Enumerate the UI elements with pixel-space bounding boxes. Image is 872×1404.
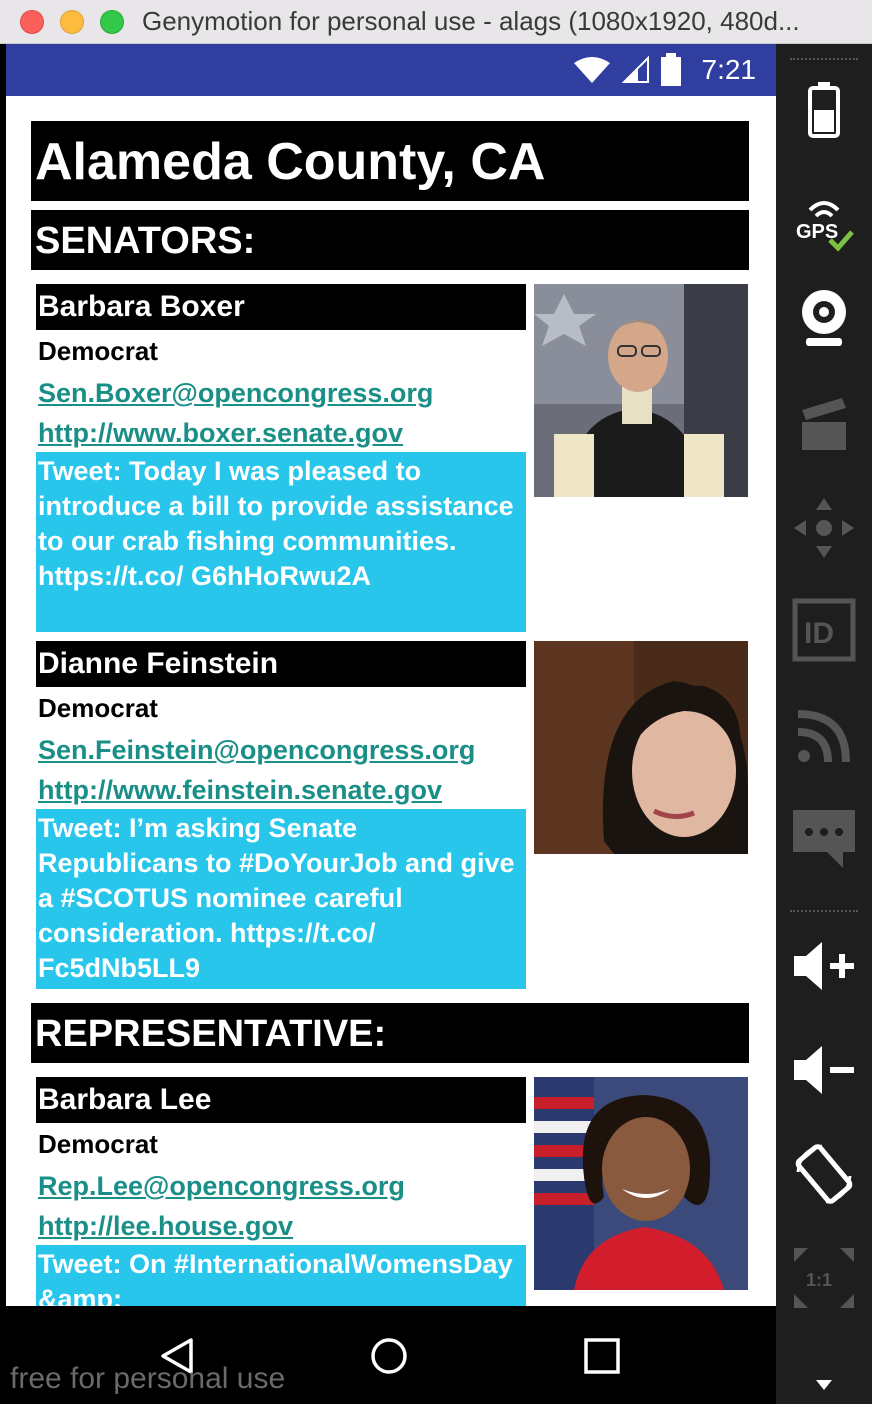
zoom-window-button[interactable]: [100, 10, 124, 34]
network-widget-button[interactable]: [790, 702, 858, 770]
dpad-widget-button[interactable]: [790, 494, 858, 562]
gps-icon: GPS: [796, 201, 854, 252]
scale-label: 1:1: [806, 1270, 832, 1290]
rotate-screen-button[interactable]: [790, 1140, 858, 1208]
device-id-widget-button[interactable]: ID: [790, 596, 858, 664]
emulator-toolbar: GPS ID 1:1: [776, 44, 872, 1404]
screencast-widget-button[interactable]: [790, 390, 858, 458]
id-label: ID: [804, 617, 834, 650]
dpad-icon: [794, 498, 854, 558]
official-tweet[interactable]: Tweet: Today I was pleased to introduce …: [36, 452, 526, 632]
official-website-link[interactable]: http://www.boxer.senate.gov: [38, 418, 403, 449]
watermark-text: free for personal use: [10, 1362, 286, 1395]
official-email-link[interactable]: Rep.Lee@opencongress.org: [38, 1171, 405, 1202]
clapperboard-icon: [802, 398, 846, 450]
representative-heading: REPRESENTATIVE:: [30, 1002, 750, 1064]
official-email-link[interactable]: Sen.Feinstein@opencongress.org: [38, 735, 475, 766]
gps-widget-button[interactable]: GPS: [790, 190, 858, 258]
toolbar-divider: [790, 910, 858, 912]
official-website-link[interactable]: http://www.feinstein.senate.gov: [38, 775, 442, 806]
id-icon: ID: [792, 598, 856, 662]
webcam-widget-button[interactable]: [790, 284, 858, 352]
battery-icon: [660, 53, 681, 86]
official-photo: [534, 641, 748, 854]
senators-heading: SENATORS:: [30, 209, 750, 271]
county-title: Alameda County, CA: [30, 120, 750, 202]
official-photo: [534, 284, 748, 497]
official-tweet[interactable]: Tweet: I’m asking Senate Republicans to …: [36, 809, 526, 989]
toolbar-divider: [790, 58, 858, 60]
official-party: Democrat: [38, 1129, 158, 1159]
official-photo: [534, 1077, 748, 1290]
message-icon: [793, 810, 855, 868]
webcam-icon: [802, 290, 846, 346]
android-status-bar: 7:21: [6, 44, 776, 96]
official-name: Dianne Feinstein: [36, 641, 526, 687]
senator-card: Barbara Boxer Democrat Sen.Boxer@opencon…: [36, 284, 750, 636]
battery-widget-button[interactable]: [790, 76, 858, 144]
official-email-link[interactable]: Sen.Boxer@opencongress.org: [38, 378, 433, 409]
cell-signal-icon: [621, 56, 649, 83]
volume-up-button[interactable]: [790, 932, 858, 1000]
volume-down-icon: [794, 1046, 854, 1094]
home-icon[interactable]: [367, 1334, 411, 1378]
window-title: Genymotion for personal use - alags (108…: [142, 6, 800, 36]
volume-up-icon: [794, 942, 854, 990]
window-title-bar: Genymotion for personal use - alags (108…: [0, 0, 872, 44]
app-content[interactable]: Alameda County, CA SENATORS: Barbara Box…: [6, 96, 776, 1306]
senator-card: Dianne Feinstein Democrat Sen.Feinstein@…: [36, 641, 750, 993]
rss-icon: [797, 710, 850, 763]
official-website-link[interactable]: http://lee.house.gov: [38, 1211, 293, 1242]
volume-down-button[interactable]: [790, 1036, 858, 1104]
minimize-window-button[interactable]: [60, 10, 84, 34]
official-name: Barbara Lee: [36, 1077, 526, 1123]
scale-icon: 1:1: [794, 1248, 854, 1308]
status-time: 7:21: [701, 54, 757, 85]
official-party: Democrat: [38, 693, 158, 723]
official-name: Barbara Boxer: [36, 284, 526, 330]
close-window-button[interactable]: [20, 10, 44, 34]
representative-card: Barbara Lee Democrat Rep.Lee@opencongres…: [36, 1077, 750, 1306]
pixel-perfect-button[interactable]: 1:1: [790, 1244, 858, 1312]
rotate-icon: [795, 1144, 853, 1204]
toolbar-more-icon[interactable]: [816, 1380, 832, 1390]
official-party: Democrat: [38, 336, 158, 366]
official-tweet[interactable]: Tweet: On #InternationalWomensDay &amp;: [36, 1245, 526, 1306]
recents-icon[interactable]: [580, 1334, 624, 1378]
sms-widget-button[interactable]: [790, 804, 858, 872]
wifi-icon: [573, 57, 610, 83]
battery-icon: [808, 82, 840, 138]
